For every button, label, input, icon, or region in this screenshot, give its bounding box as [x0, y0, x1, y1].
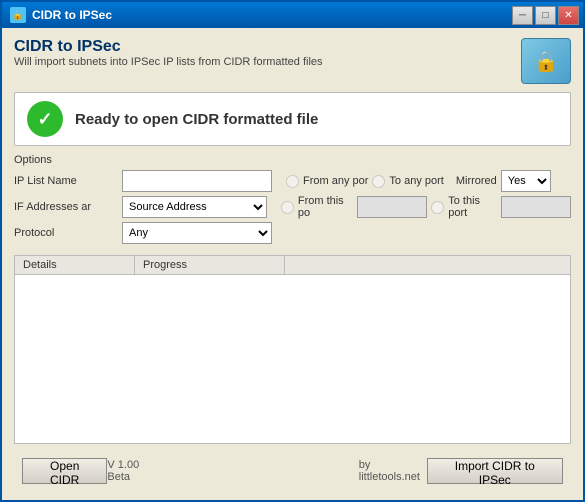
ip-list-name-input[interactable] — [122, 170, 272, 192]
app-header-text: CIDR to IPSec Will import subnets into I… — [14, 38, 323, 68]
to-any-port-radio[interactable] — [372, 175, 385, 188]
protocol-select[interactable]: Any TCP UDP ICMP — [122, 222, 272, 244]
if-addresses-content: Source Address Destination Address From … — [122, 195, 571, 219]
table-body — [15, 275, 570, 443]
import-cidr-button[interactable]: Import CIDR to IPSec — [427, 458, 563, 484]
version-text: V 1.00 Beta — [107, 459, 158, 483]
status-icon: ✓ — [27, 101, 63, 137]
title-bar: 🔒 CIDR to IPSec ─ □ ✕ — [2, 2, 583, 28]
protocol-content: Any TCP UDP ICMP — [122, 222, 571, 244]
app-title: CIDR to IPSec — [14, 38, 323, 56]
from-this-port-input[interactable] — [357, 196, 427, 218]
details-table: Details Progress — [14, 255, 571, 444]
to-this-port-label: To this port — [448, 195, 497, 219]
main-content: CIDR to IPSec Will import subnets into I… — [2, 28, 583, 500]
app-icon: 🔒 — [10, 7, 26, 23]
if-addresses-row: IF Addresses ar Source Address Destinati… — [14, 195, 571, 219]
if-addresses-label: IF Addresses ar — [14, 201, 114, 213]
lock-icon: 🔒 — [534, 49, 559, 74]
title-bar-text: 🔒 CIDR to IPSec — [10, 7, 112, 23]
title-controls: ─ □ ✕ — [512, 6, 579, 25]
progress-column-header: Progress — [135, 256, 285, 274]
mirrored-label: Mirrored — [456, 175, 497, 187]
app-subtitle: Will import subnets into IPSec IP lists … — [14, 56, 323, 68]
ip-list-label: IP List Name — [14, 175, 114, 187]
extra-column-header — [285, 256, 570, 274]
open-cidr-button[interactable]: Open CIDR — [22, 458, 107, 484]
window-title: CIDR to IPSec — [32, 8, 112, 22]
maximize-button[interactable]: □ — [535, 6, 556, 25]
from-this-port-radio[interactable] — [281, 201, 294, 214]
ip-list-row: IP List Name From any por To any port Mi… — [14, 170, 571, 192]
table-header: Details Progress — [15, 256, 570, 275]
details-column-header: Details — [15, 256, 135, 274]
to-this-port-input[interactable] — [501, 196, 571, 218]
app-logo: 🔒 — [521, 38, 571, 84]
from-any-port-label: From any por — [303, 175, 368, 187]
from-this-port-label: From this po — [298, 195, 353, 219]
options-label: Options — [14, 154, 571, 166]
credit-text: by littletools.net — [359, 459, 427, 483]
minimize-button[interactable]: ─ — [512, 6, 533, 25]
footer-bar: Open CIDR V 1.00 Beta by littletools.net… — [14, 452, 571, 490]
to-any-port-label: To any port — [389, 175, 443, 187]
ip-list-content: From any por To any port Mirrored Yes No — [122, 170, 571, 192]
to-this-port-radio[interactable] — [431, 201, 444, 214]
app-header: CIDR to IPSec Will import subnets into I… — [14, 38, 571, 84]
mirrored-select[interactable]: Yes No — [501, 170, 551, 192]
options-section: Options IP List Name From any por To any… — [14, 154, 571, 247]
protocol-row: Protocol Any TCP UDP ICMP — [14, 222, 571, 244]
status-text: Ready to open CIDR formatted file — [75, 111, 318, 128]
main-window: 🔒 CIDR to IPSec ─ □ ✕ CIDR to IPSec Will… — [0, 0, 585, 502]
protocol-label: Protocol — [14, 227, 114, 239]
status-panel: ✓ Ready to open CIDR formatted file — [14, 92, 571, 146]
source-address-select[interactable]: Source Address Destination Address — [122, 196, 267, 218]
from-any-port-radio[interactable] — [286, 175, 299, 188]
close-button[interactable]: ✕ — [558, 6, 579, 25]
